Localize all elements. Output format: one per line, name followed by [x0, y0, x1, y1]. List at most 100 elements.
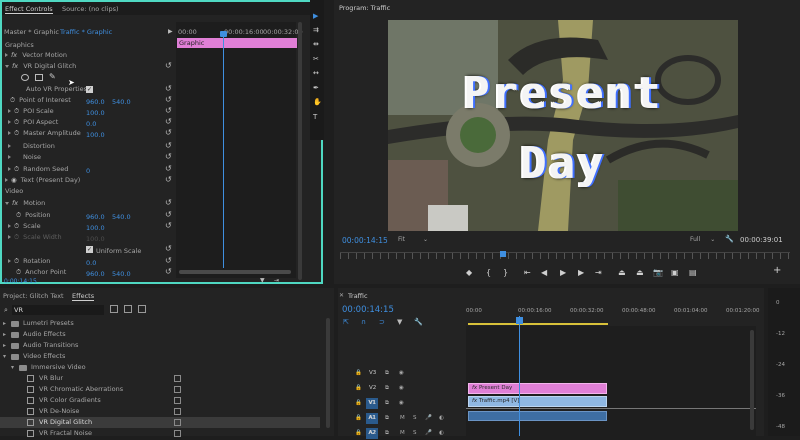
eye-icon[interactable]: ◉ — [399, 367, 404, 380]
reset-icon[interactable]: ↺ — [165, 198, 172, 207]
effects-list-item[interactable]: ▸ Audio Transitions — [0, 340, 320, 351]
text-layer-row[interactable]: ◉ Text (Present Day) — [5, 175, 80, 186]
reset-icon[interactable]: ↺ — [165, 152, 172, 161]
step-forward-icon[interactable]: ▶ — [578, 268, 584, 277]
snap-icon[interactable]: ∩ — [361, 318, 366, 326]
track-header[interactable]: 🔒 A2 A2 ⧉ M S 🎤 ◐ — [355, 427, 465, 440]
clip-present-day[interactable]: fx Present Day — [468, 383, 607, 394]
stopwatch-icon[interactable]: ⏱ — [16, 268, 21, 276]
eye-icon[interactable]: ◉ — [399, 382, 404, 395]
fit-dropdown[interactable]: Fit ⌄ — [398, 236, 428, 243]
reset-icon[interactable]: ↺ — [165, 95, 172, 104]
microphone-icon[interactable]: 🎤 — [425, 412, 432, 425]
rotation-value[interactable]: 0.0 — [86, 259, 96, 267]
effects-list-item[interactable]: VR Fractal Noise — [0, 428, 320, 439]
timeline-close-icon[interactable]: ✕ — [339, 292, 344, 299]
poi-x-value[interactable]: 960.0 — [86, 98, 105, 106]
track-target-label[interactable]: A2 — [369, 427, 376, 440]
lock-icon[interactable]: 🔒 — [355, 367, 362, 380]
sync-lock-icon[interactable]: ⧉ — [385, 382, 389, 395]
reset-icon[interactable]: ↺ — [165, 210, 172, 219]
reset-icon[interactable]: ↺ — [165, 61, 172, 70]
stopwatch-icon[interactable]: ⏱ — [14, 222, 19, 230]
reset-icon[interactable]: ↺ — [165, 141, 172, 150]
track-target-label[interactable]: V3 — [369, 367, 376, 380]
program-monitor-title[interactable]: Program: Traffic — [339, 4, 390, 12]
chevron-right-icon[interactable]: ▸ — [3, 340, 6, 351]
chevron-down-icon[interactable]: ▾ — [11, 362, 14, 373]
effects-search-input[interactable]: VR — [12, 305, 104, 315]
effects-list-item[interactable]: VR De-Noise — [0, 406, 320, 417]
sequence-clip-label[interactable]: Traffic * Graphic — [60, 28, 112, 36]
nest-toggle-icon[interactable]: ⇱ — [343, 318, 349, 326]
track-header[interactable]: 🔒 A1 A1 ⧉ M S 🎤 ◐ — [355, 412, 465, 425]
clip-traffic-video[interactable]: fx Traffic.mp4 [V] — [468, 396, 607, 407]
effects-list-item[interactable]: ▾ Video Effects — [0, 351, 320, 362]
reset-icon[interactable]: ↺ — [165, 128, 172, 137]
track-select-tool-icon[interactable]: ⇉ — [313, 26, 319, 34]
mute-button[interactable]: M — [400, 427, 405, 440]
vr-digital-glitch-row[interactable]: fx VR Digital Glitch — [5, 61, 76, 72]
ec-graphic-bar[interactable]: Graphic — [177, 38, 297, 48]
mark-in-icon[interactable]: { — [486, 268, 491, 277]
export-frame-icon[interactable]: 📷 — [653, 268, 663, 277]
extract-icon[interactable]: ⏏ — [636, 268, 644, 277]
reset-icon[interactable]: ↺ — [165, 117, 172, 126]
add-marker-icon[interactable]: ◆ — [466, 268, 472, 277]
effects-list-item[interactable]: ▸ Lumetri Presets — [0, 318, 320, 329]
overlay-text-day[interactable]: Day — [428, 138, 698, 189]
filter-icon[interactable]: ▼ — [260, 277, 265, 284]
razor-tool-icon[interactable]: ✂ — [313, 55, 319, 63]
stopwatch-icon[interactable]: ⏱ — [10, 96, 15, 104]
reset-icon[interactable]: ↺ — [165, 256, 172, 265]
reset-icon[interactable]: ↺ — [165, 267, 172, 276]
reset-icon[interactable]: ↺ — [165, 175, 172, 184]
track-header[interactable]: 🔒 V3 ⧉ ◉ — [355, 367, 465, 380]
lift-icon[interactable]: ⏏ — [618, 268, 626, 277]
effects-list-item[interactable]: VR Digital Glitch — [0, 417, 320, 428]
overlay-text-present[interactable]: Present — [428, 68, 698, 119]
anchor-x-value[interactable]: 960.0 — [86, 270, 105, 278]
step-back-icon[interactable]: ◀ — [541, 268, 547, 277]
stopwatch-icon[interactable]: ⏱ — [14, 129, 19, 137]
uniform-scale-checkbox[interactable]: ✓ — [86, 246, 93, 253]
effects-list-item[interactable]: VR Color Gradients — [0, 395, 320, 406]
program-timecode[interactable]: 00:00:14:15 — [342, 236, 388, 245]
stopwatch-icon[interactable]: ⏱ — [14, 165, 19, 173]
position-x-value[interactable]: 960.0 — [86, 213, 105, 221]
reset-icon[interactable]: ↺ — [165, 221, 172, 230]
stopwatch-icon[interactable]: ⏱ — [14, 107, 19, 115]
effects-list-item[interactable]: ▾ Immersive Video — [0, 362, 320, 373]
stopwatch-icon[interactable]: ⏱ — [14, 257, 19, 265]
mark-out-icon[interactable]: } — [503, 268, 508, 277]
position-y-value[interactable]: 540.0 — [112, 213, 131, 221]
go-to-in-icon[interactable]: ⇤ — [524, 268, 531, 277]
chevron-down-icon[interactable]: ▾ — [3, 351, 6, 362]
timeline-settings-icon[interactable]: 🔧 — [414, 318, 423, 326]
mute-button[interactable]: M — [400, 412, 405, 425]
master-amplitude-value[interactable]: 100.0 — [86, 131, 105, 139]
reset-icon[interactable]: ↺ — [165, 106, 172, 115]
stopwatch-icon[interactable]: ⏱ — [16, 211, 21, 219]
quality-dropdown[interactable]: Full ⌄ — [690, 236, 715, 243]
ripple-edit-tool-icon[interactable]: ⇹ — [313, 40, 319, 48]
lock-icon[interactable]: 🔒 — [355, 427, 362, 440]
hand-tool-icon[interactable]: ✋ — [313, 98, 322, 106]
vector-motion-row[interactable]: fx Vector Motion — [5, 50, 67, 61]
lock-icon[interactable]: 🔒 — [355, 412, 362, 425]
timeline-tab-title[interactable]: Traffic — [348, 292, 368, 300]
expand-arrow-icon[interactable]: ▶ — [168, 28, 173, 35]
reset-icon[interactable]: ↺ — [165, 84, 172, 93]
stopwatch-icon[interactable]: ⏱ — [14, 118, 19, 126]
add-button-icon[interactable]: + — [773, 265, 781, 276]
work-area-bar[interactable] — [468, 323, 608, 325]
track-header[interactable]: 🔒 V1 V1 ⧉ ◉ — [355, 397, 465, 410]
export-icon[interactable]: ⇥ — [274, 277, 279, 284]
accelerated-effects-icon[interactable] — [110, 305, 118, 313]
effects-scrollbar[interactable] — [326, 318, 330, 428]
random-seed-value[interactable]: 0 — [86, 167, 90, 175]
go-to-out-icon[interactable]: ⇥ — [595, 268, 602, 277]
tab-project[interactable]: Project: Glitch Text — [3, 292, 64, 300]
track-header[interactable]: 🔒 V2 ⧉ ◉ — [355, 382, 465, 395]
scale-value[interactable]: 100.0 — [86, 224, 105, 232]
